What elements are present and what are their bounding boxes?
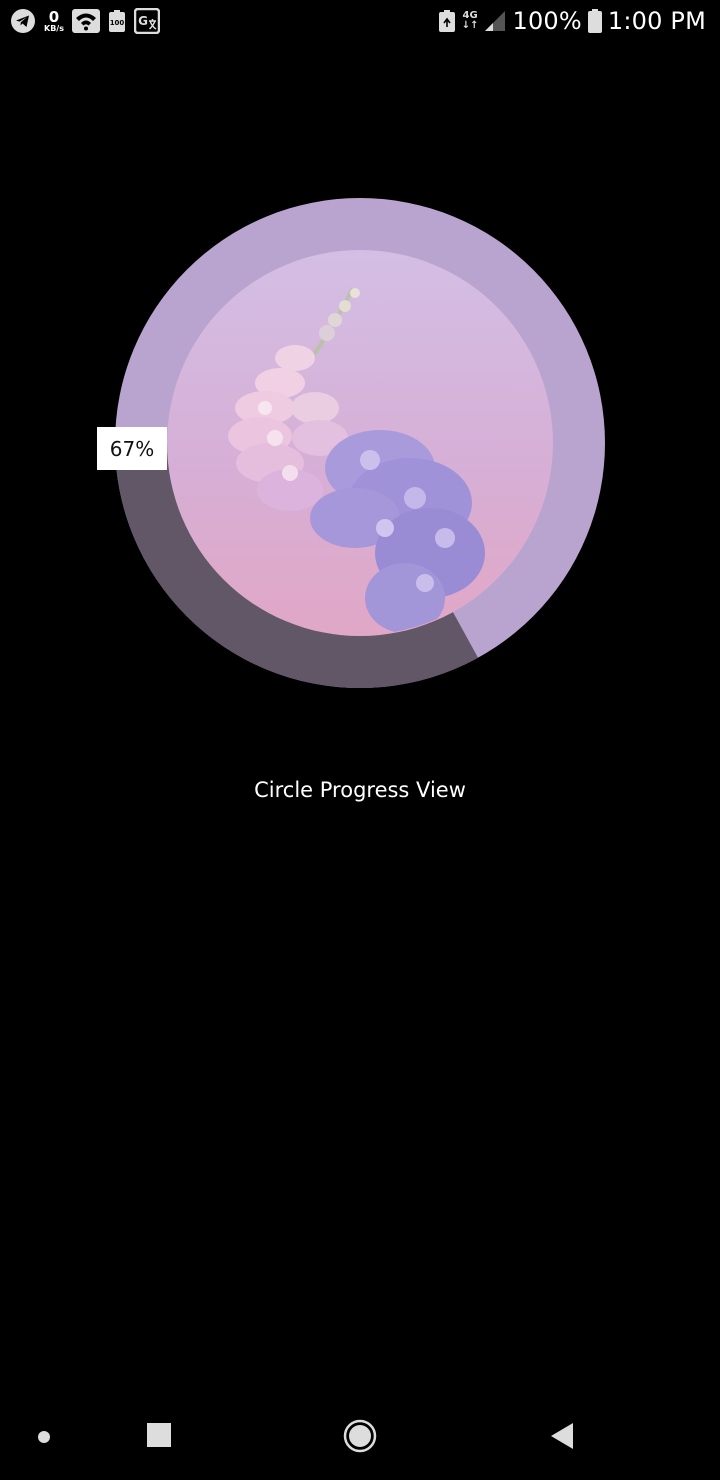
translate-icon: G (133, 8, 160, 34)
circle-progress-view[interactable] (115, 198, 605, 688)
home-circle-icon (343, 1419, 377, 1453)
menu-dot-icon (38, 1431, 50, 1443)
status-bar-left: 0 KB/s 100 G (10, 6, 160, 36)
clock: 1:00 PM (607, 7, 706, 35)
wifi-icon (71, 8, 100, 34)
recents-button[interactable] (140, 1416, 178, 1454)
network-type: 4G ↓↑ (462, 11, 479, 31)
svg-text:G: G (138, 14, 148, 28)
battery-saver-icon: 100 (108, 8, 126, 34)
status-bar: 0 KB/s 100 G 4G ↓↑ 100% 1:00 PM (0, 0, 720, 44)
back-triangle-icon (551, 1423, 573, 1449)
data-arrows-icon: ↓↑ (461, 20, 479, 31)
battery-small-text: 100 (110, 19, 125, 27)
home-button[interactable] (338, 1414, 382, 1458)
signal-icon (484, 9, 506, 33)
network-speed: 0 KB/s (44, 7, 64, 33)
status-bar-right: 4G ↓↑ 100% 1:00 PM (438, 6, 706, 36)
menu-dot-button[interactable] (29, 1422, 59, 1452)
circle-progress-graphic (115, 198, 605, 688)
battery-recycle-icon (438, 8, 456, 34)
recents-square-icon (147, 1423, 171, 1447)
battery-icon (587, 8, 602, 34)
network-speed-unit: KB/s (44, 23, 64, 33)
telegram-icon (10, 8, 36, 34)
navigation-bar (0, 1396, 720, 1480)
back-button[interactable] (542, 1416, 582, 1456)
progress-percent-label: 67% (97, 427, 167, 470)
caption-text: Circle Progress View (254, 778, 466, 802)
battery-percent: 100% (512, 7, 582, 35)
network-speed-value: 0 (48, 7, 60, 26)
